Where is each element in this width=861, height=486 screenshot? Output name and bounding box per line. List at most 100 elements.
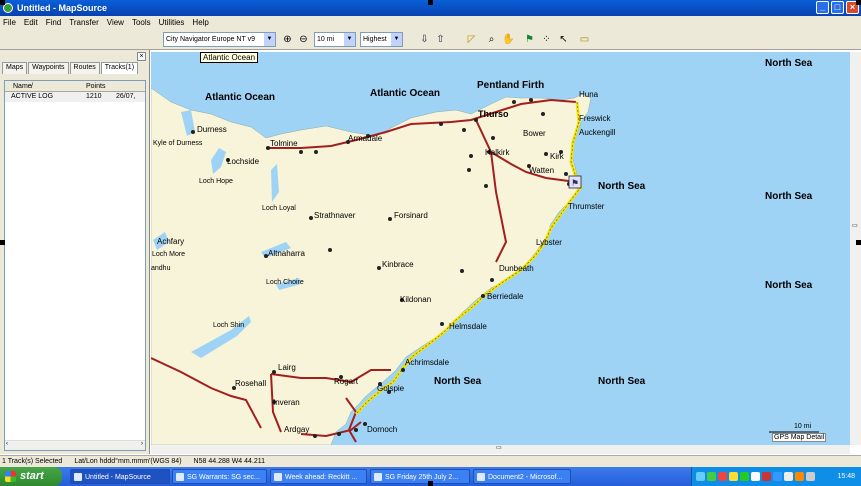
task-label: SG Friday 25th July 2... xyxy=(385,474,459,481)
zoom-scale-value: 10 mi xyxy=(317,36,335,43)
waypoint-tool-icon[interactable]: ⚑ xyxy=(523,33,536,46)
map-canvas[interactable]: ⚑ xyxy=(151,52,850,445)
minimize-button[interactable]: _ xyxy=(816,1,829,14)
tray-icon[interactable] xyxy=(762,472,771,481)
start-label: start xyxy=(20,470,44,482)
status-coordinate-format: Lat/Lon hddd°mm.mmm'(WGS 84) xyxy=(74,458,182,465)
browser-icon xyxy=(176,473,184,481)
panel-tabs: Maps Waypoints Routes Tracks(1) xyxy=(2,62,139,74)
scroll-left-icon[interactable]: ‹ xyxy=(6,441,8,447)
map-view[interactable]: ⚑ North Sea North Sea North Sea North Se… xyxy=(151,52,850,445)
tray-icon[interactable] xyxy=(718,472,727,481)
distance-tool-icon[interactable]: ▭ xyxy=(578,33,591,46)
menu-edit[interactable]: Edit xyxy=(24,18,38,27)
track-points: 1210 xyxy=(86,93,102,100)
zoom-in-icon[interactable]: ⊕ xyxy=(281,33,294,46)
selection-handle xyxy=(428,481,433,486)
map-horizontal-scrollbar[interactable]: ▭ xyxy=(151,445,850,454)
column-name[interactable]: Name xyxy=(5,81,32,91)
tray-icon[interactable] xyxy=(696,472,705,481)
taskbar-item-week-ahead[interactable]: Week ahead: Reckitt ... xyxy=(270,469,367,484)
selection-handle xyxy=(856,240,861,245)
menu-transfer[interactable]: Transfer xyxy=(69,18,99,27)
map-tool-icon[interactable]: ◸ xyxy=(465,33,478,46)
send-to-device-icon[interactable]: ⇧ xyxy=(434,33,447,46)
tray-icon[interactable] xyxy=(729,472,738,481)
tray-icon[interactable] xyxy=(740,472,749,481)
map-vertical-scrollbar[interactable]: ▭ xyxy=(850,52,861,445)
detail-value: Highest xyxy=(363,36,387,43)
menu-file[interactable]: File xyxy=(3,18,16,27)
list-horizontal-scrollbar[interactable]: ‹ › xyxy=(5,440,145,450)
track-name: ACTIVE LOG xyxy=(11,93,54,100)
zoom-tool-icon[interactable]: ⌕ xyxy=(485,33,498,46)
taskbar-item-document2[interactable]: Document2 - Microsof... xyxy=(473,469,571,484)
taskbar-item-mapsource[interactable]: Untitled - MapSource xyxy=(70,469,170,484)
browser-icon xyxy=(274,473,282,481)
chevron-down-icon: ▼ xyxy=(391,33,402,46)
mapsource-icon xyxy=(74,473,82,481)
tray-icon[interactable] xyxy=(795,472,804,481)
task-label: Document2 - Microsof... xyxy=(488,474,563,481)
status-bar: 1 Track(s) Selected Lat/Lon hddd°mm.mmm'… xyxy=(0,455,861,467)
column-points[interactable]: Points xyxy=(86,81,126,91)
clock: 15:48 xyxy=(837,473,855,480)
menu-help[interactable]: Help xyxy=(192,18,208,27)
taskbar-item-sg-warrants[interactable]: SG Warrants: SG sec... xyxy=(172,469,267,484)
receive-from-device-icon[interactable]: ⇩ xyxy=(418,33,431,46)
zoom-scale-select[interactable]: 10 mi ▼ xyxy=(314,32,356,47)
taskbar-item-sg-friday[interactable]: SG Friday 25th July 2... xyxy=(370,469,470,484)
map-tooltip: Atlantic Ocean xyxy=(200,52,259,63)
scroll-thumb-icon[interactable]: ▭ xyxy=(852,222,858,229)
system-tray: 15:48 xyxy=(691,467,861,486)
tray-icon[interactable] xyxy=(773,472,782,481)
tab-tracks[interactable]: Tracks(1) xyxy=(100,62,139,74)
map-product-value: City Navigator Europe NT v9 xyxy=(166,36,255,43)
status-selection: 1 Track(s) Selected xyxy=(2,458,63,465)
track-date: 26/07, xyxy=(116,93,136,100)
tab-waypoints[interactable]: Waypoints xyxy=(28,62,69,74)
selection-handle xyxy=(856,0,861,5)
zoom-out-icon[interactable]: ⊖ xyxy=(297,33,310,46)
menu-view[interactable]: View xyxy=(107,18,124,27)
task-label: SG Warrants: SG sec... xyxy=(187,474,260,481)
svg-text:⚑: ⚑ xyxy=(571,178,579,188)
selection-tool-icon[interactable]: ↖ xyxy=(557,33,570,46)
tracks-list[interactable]: Name / Points ACTIVE LOG 1210 26/07, ‹ › xyxy=(4,80,146,451)
menu-utilities[interactable]: Utilities xyxy=(159,18,185,27)
scroll-thumb-icon[interactable]: ▭ xyxy=(496,444,502,451)
scroll-right-icon[interactable]: › xyxy=(141,441,143,447)
selection-handle xyxy=(428,0,433,5)
windows-logo-icon xyxy=(5,471,16,482)
left-panel: × Maps Waypoints Routes Tracks(1) Name /… xyxy=(0,50,150,454)
tray-icon[interactable] xyxy=(751,472,760,481)
document-icon xyxy=(374,473,382,481)
chevron-down-icon: ▼ xyxy=(264,33,275,46)
detail-select[interactable]: Highest ▼ xyxy=(360,32,403,47)
list-header: Name / Points xyxy=(5,81,145,92)
status-coordinates: N58 44.288 W4 44.211 xyxy=(193,458,266,465)
window-title: Untitled - MapSource xyxy=(17,3,108,13)
sort-indicator: / xyxy=(31,83,33,90)
selection-handle xyxy=(0,0,5,5)
tab-maps[interactable]: Maps xyxy=(2,62,28,74)
tray-icon[interactable] xyxy=(707,472,716,481)
menu-bar: File Edit Find Transfer View Tools Utili… xyxy=(0,16,861,29)
toolbar: City Navigator Europe NT v9 ▼ ⊕ ⊖ 10 mi … xyxy=(0,29,861,50)
close-icon[interactable]: × xyxy=(137,52,146,61)
maximize-button[interactable]: □ xyxy=(831,1,844,14)
volume-icon[interactable] xyxy=(806,472,815,481)
task-label: Untitled - MapSource xyxy=(85,474,151,481)
word-icon xyxy=(477,473,485,481)
menu-find[interactable]: Find xyxy=(46,18,62,27)
map-product-select[interactable]: City Navigator Europe NT v9 ▼ xyxy=(163,32,276,47)
route-tool-icon[interactable]: ⁘ xyxy=(540,33,553,46)
menu-tools[interactable]: Tools xyxy=(132,18,151,27)
hand-tool-icon[interactable]: ✋ xyxy=(502,33,515,46)
selection-handle xyxy=(0,240,5,245)
tray-icon[interactable] xyxy=(784,472,793,481)
start-button[interactable]: start xyxy=(0,467,62,486)
table-row[interactable]: ACTIVE LOG 1210 26/07, xyxy=(5,92,145,102)
task-label: Week ahead: Reckitt ... xyxy=(285,474,358,481)
tab-routes[interactable]: Routes xyxy=(69,62,100,74)
